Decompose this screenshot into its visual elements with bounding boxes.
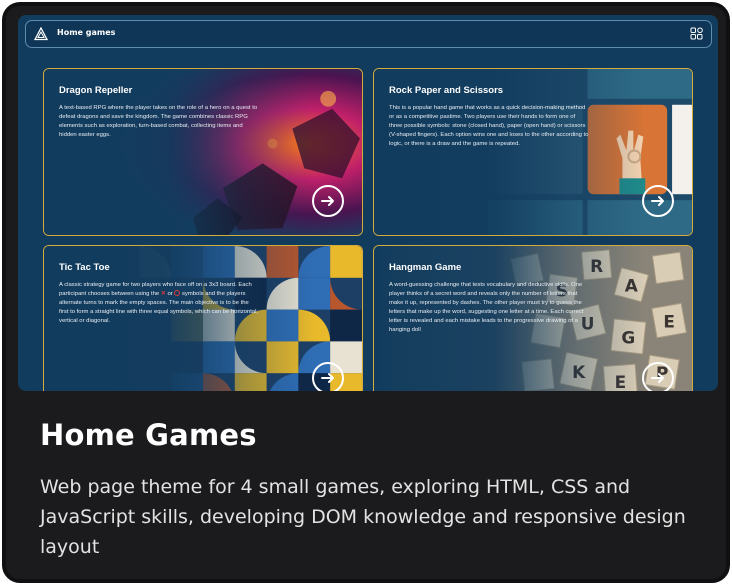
game-description: This is a popular hand game that works a…	[389, 105, 589, 147]
screenshot-preview: Home games Dragon Repeller A text-based …	[18, 15, 718, 391]
game-description: A classic strategy game for two players …	[59, 281, 259, 326]
grid-icon[interactable]	[690, 27, 703, 40]
game-title: Hangman Game	[389, 262, 462, 273]
arrow-right-circle-icon[interactable]	[312, 185, 344, 217]
game-card-tic-tac-toe[interactable]: Tic Tac Toe A classic strategy game for …	[43, 245, 363, 391]
game-description: A word-guessing challenge that tests voc…	[389, 282, 584, 333]
description-part: or	[167, 290, 173, 297]
project-card[interactable]: Home games Dragon Repeller A text-based …	[2, 2, 730, 583]
project-description: Web page theme for 4 small games, explor…	[40, 476, 686, 558]
game-description: A text-based RPG where the player takes …	[59, 105, 258, 138]
top-navbar: Home games	[25, 20, 712, 48]
triangle-logo-icon[interactable]	[34, 27, 48, 41]
arrow-right-circle-icon[interactable]	[642, 362, 674, 391]
game-card-rock-paper-scissors[interactable]: Rock Paper and Scissors This is a popula…	[373, 68, 693, 236]
game-card-dragon-repeller[interactable]: Dragon Repeller A text-based RPG where t…	[43, 68, 363, 236]
arrow-right-circle-icon[interactable]	[642, 185, 674, 217]
game-card-hangman[interactable]: S R A U G E K E P Hangman Game A word-gu…	[373, 245, 693, 391]
o-symbol-icon	[174, 289, 181, 296]
game-title: Dragon Repeller	[59, 85, 133, 96]
navbar-title: Home games	[57, 28, 116, 37]
x-symbol-icon: ✕	[160, 290, 166, 297]
project-title: Home Games	[40, 418, 257, 452]
game-title: Rock Paper and Scissors	[389, 85, 504, 96]
arrow-right-circle-icon[interactable]	[312, 362, 344, 391]
game-title: Tic Tac Toe	[59, 262, 110, 273]
